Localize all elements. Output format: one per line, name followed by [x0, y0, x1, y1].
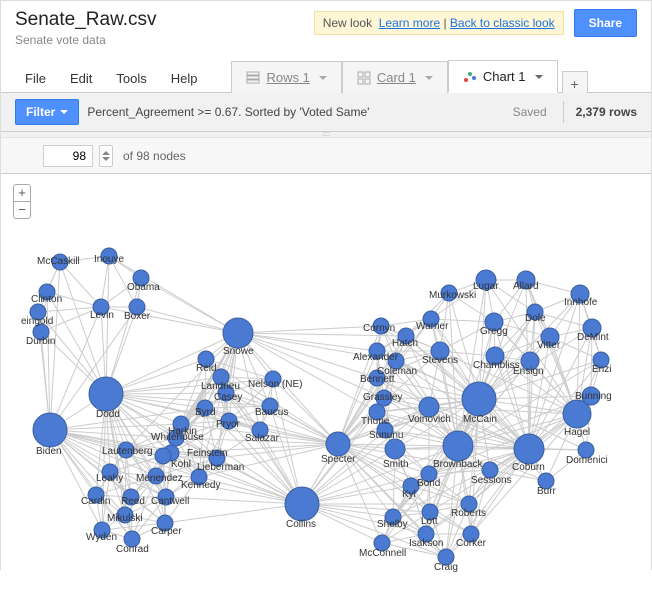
stepper-down-icon[interactable]: [102, 157, 110, 161]
rows-icon: [246, 71, 260, 85]
chevron-down-icon[interactable]: [535, 75, 543, 79]
zoom-control: + −: [13, 184, 31, 219]
add-tab-button[interactable]: +: [562, 71, 588, 93]
chart-area[interactable]: + − BidenDoddSnoweCollinsMcCainBrownback…: [1, 174, 651, 594]
header-actions: New look Learn more | Back to classic lo…: [314, 9, 637, 37]
tab-rows-label: Rows 1: [266, 70, 309, 85]
node-count-input[interactable]: [43, 145, 93, 167]
stepper-up-icon[interactable]: [102, 151, 110, 155]
share-button[interactable]: Share: [574, 9, 637, 37]
learn-more-link[interactable]: Learn more: [379, 16, 440, 30]
chart-icon: [463, 70, 477, 84]
chevron-down-icon: [319, 76, 327, 80]
menu-bar: File Edit Tools Help Rows 1 Card 1 Chart…: [1, 53, 651, 93]
node-stepper[interactable]: [99, 145, 113, 167]
tab-rows[interactable]: Rows 1: [231, 61, 341, 93]
header: Senate_Raw.csv Senate vote data New look…: [1, 1, 651, 53]
chevron-down-icon: [425, 76, 433, 80]
row-count: 2,379 rows: [563, 101, 637, 123]
saved-status: Saved: [513, 105, 547, 119]
network-graph[interactable]: BidenDoddSnoweCollinsMcCainBrownbackCobu…: [1, 174, 651, 594]
menu-help[interactable]: Help: [161, 65, 208, 92]
svg-text:Smith: Smith: [383, 459, 409, 470]
menu-tools[interactable]: Tools: [106, 65, 156, 92]
new-look-banner: New look Learn more | Back to classic lo…: [314, 11, 564, 35]
chart-toolbar: of 98 nodes: [1, 138, 651, 174]
of-nodes-label: of 98 nodes: [123, 149, 186, 163]
card-icon: [357, 71, 371, 85]
banner-text: New look: [323, 16, 372, 30]
svg-text:Biden: Biden: [36, 446, 62, 457]
chevron-down-icon: [60, 110, 68, 114]
filter-button-label: Filter: [26, 105, 55, 119]
zoom-in-button[interactable]: +: [14, 185, 30, 201]
menu-file[interactable]: File: [15, 65, 56, 92]
zoom-out-button[interactable]: −: [14, 201, 30, 218]
filter-button[interactable]: Filter: [15, 99, 79, 125]
view-tabs: Rows 1 Card 1 Chart 1 +: [231, 60, 587, 92]
tab-chart-label: Chart 1: [483, 69, 526, 84]
tab-card-label: Card 1: [377, 70, 416, 85]
menu-edit[interactable]: Edit: [60, 65, 102, 92]
tab-chart[interactable]: Chart 1: [448, 60, 558, 93]
filter-text[interactable]: Percent_Agreement >= 0.67. Sorted by 'Vo…: [87, 105, 504, 119]
back-to-classic-link[interactable]: Back to classic look: [450, 16, 555, 30]
tab-card[interactable]: Card 1: [342, 61, 448, 93]
filter-bar: Filter Percent_Agreement >= 0.67. Sorted…: [1, 93, 651, 132]
